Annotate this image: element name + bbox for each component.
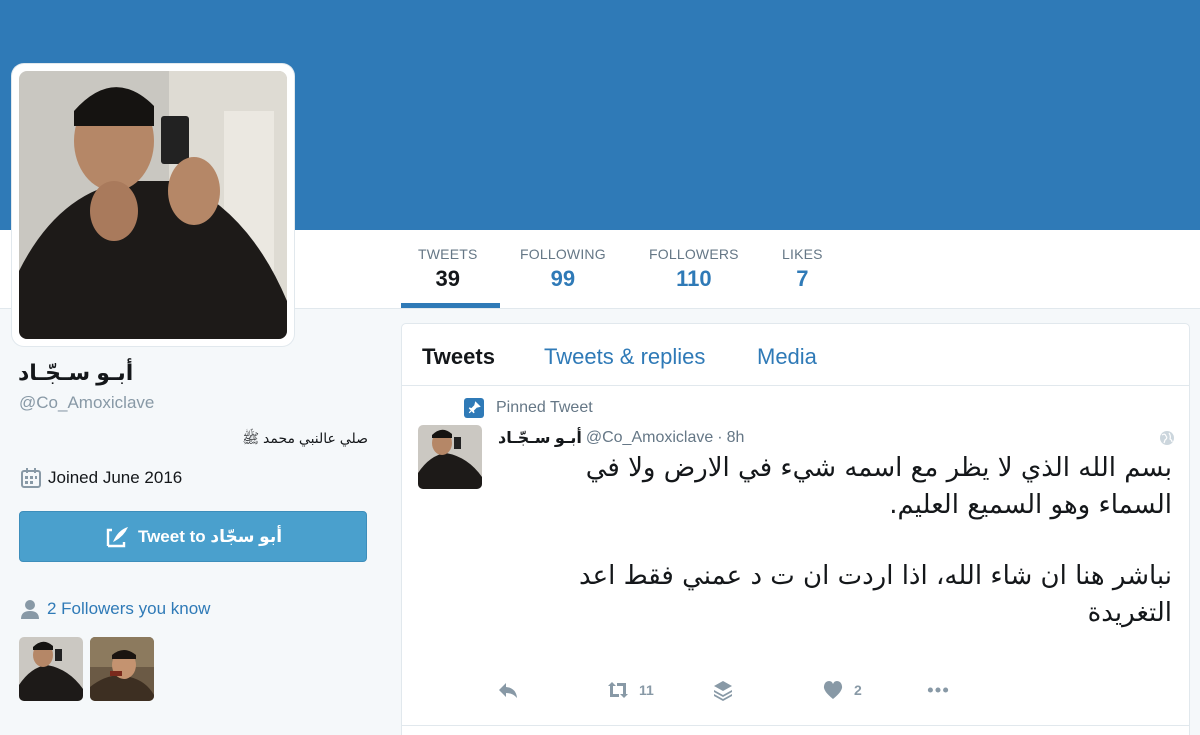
followers-you-know-label: 2 Followers you know [47, 599, 211, 618]
stat-value: 7 [796, 266, 809, 291]
retweet-button[interactable]: 11 [607, 679, 654, 701]
tweet-to-button[interactable]: Tweet to أبو سجّاد [19, 511, 367, 562]
follower-avatar[interactable] [19, 637, 83, 701]
more-icon [927, 687, 949, 693]
retweet-count: 11 [639, 682, 654, 698]
tab-media[interactable]: Media [757, 344, 817, 370]
stat-label: FOLLOWERS [649, 246, 739, 262]
tweet-author-avatar[interactable] [418, 425, 482, 489]
tab-tweets-replies[interactable]: Tweets & replies [544, 344, 705, 370]
tweet-author-name[interactable]: أبـو سـجّـاد [498, 428, 582, 448]
tweet-text: بسم الله الذي لا يظر مع اسمه شيء في الار… [552, 450, 1172, 666]
like-button[interactable]: 2 [822, 679, 862, 701]
tweet-header: أبـو سـجّـاد @Co_Amoxiclave · 8h [498, 428, 744, 448]
person-icon [21, 600, 39, 619]
retweet-icon [608, 682, 628, 698]
layers-icon [714, 681, 732, 701]
tweet-timestamp[interactable]: 8h [727, 429, 745, 447]
stat-label: LIKES [782, 246, 823, 262]
stat-value: 39 [435, 266, 460, 291]
stat-following[interactable]: FOLLOWING 99 [520, 246, 606, 292]
layers-button[interactable] [712, 679, 734, 701]
pinned-indicator: Pinned Tweet [464, 398, 593, 418]
follower-avatar[interactable] [90, 637, 154, 701]
active-stat-underline [401, 303, 500, 308]
tweet-separator: · [717, 429, 723, 446]
stat-label: TWEETS [418, 246, 478, 262]
heart-icon [823, 681, 843, 699]
profile-avatar[interactable] [12, 64, 294, 346]
more-button[interactable] [927, 679, 949, 701]
profile-name[interactable]: أبـو سـجّـاد [18, 360, 178, 386]
stat-value: 99 [550, 266, 576, 291]
stat-tweets[interactable]: TWEETS 39 [418, 246, 478, 292]
quill-icon [106, 526, 128, 547]
profile-bio: صلي عالنبي محمد ﷺ [242, 430, 368, 446]
tweet-paragraph: بسم الله الذي لا يظر مع اسمه شيء في الار… [585, 453, 1172, 520]
like-count: 2 [854, 682, 862, 698]
reply-icon [499, 683, 517, 698]
stat-followers[interactable]: FOLLOWERS 110 [649, 246, 739, 292]
timeline-tabs: Tweets Tweets & replies Media [402, 324, 1189, 386]
pinned-tweet[interactable]: Pinned Tweet أبـو سـجّـاد @Co_Amoxiclave… [402, 386, 1189, 726]
profile-handle[interactable]: @Co_Amoxiclave [19, 393, 154, 413]
tweet-action-bar: 11 2 [497, 679, 977, 709]
reply-button[interactable] [497, 679, 519, 701]
calendar-icon [21, 468, 41, 488]
joined-label: Joined June 2016 [48, 468, 183, 487]
joined-date: Joined June 2016 [20, 467, 182, 489]
stat-likes[interactable]: LIKES 7 [782, 246, 823, 292]
stat-value: 110 [676, 266, 712, 291]
tab-tweets[interactable]: Tweets [422, 344, 495, 370]
pin-icon [464, 398, 484, 418]
avatar-photo [19, 71, 287, 339]
tweet-to-label: Tweet to أبو سجّاد [137, 526, 283, 546]
pinned-label: Pinned Tweet [496, 399, 593, 416]
stat-label: FOLLOWING [520, 246, 606, 262]
tweet-paragraph: نباشر هنا ان شاء الله، اذا اردت ان ت د ع… [578, 560, 1172, 628]
globe-icon [1160, 431, 1174, 445]
followers-you-know-link[interactable]: 2 Followers you know [19, 598, 210, 620]
timeline: Tweets Tweets & replies Media Pinned Twe… [401, 323, 1190, 735]
tweet-author-handle[interactable]: @Co_Amoxiclave [586, 429, 713, 447]
